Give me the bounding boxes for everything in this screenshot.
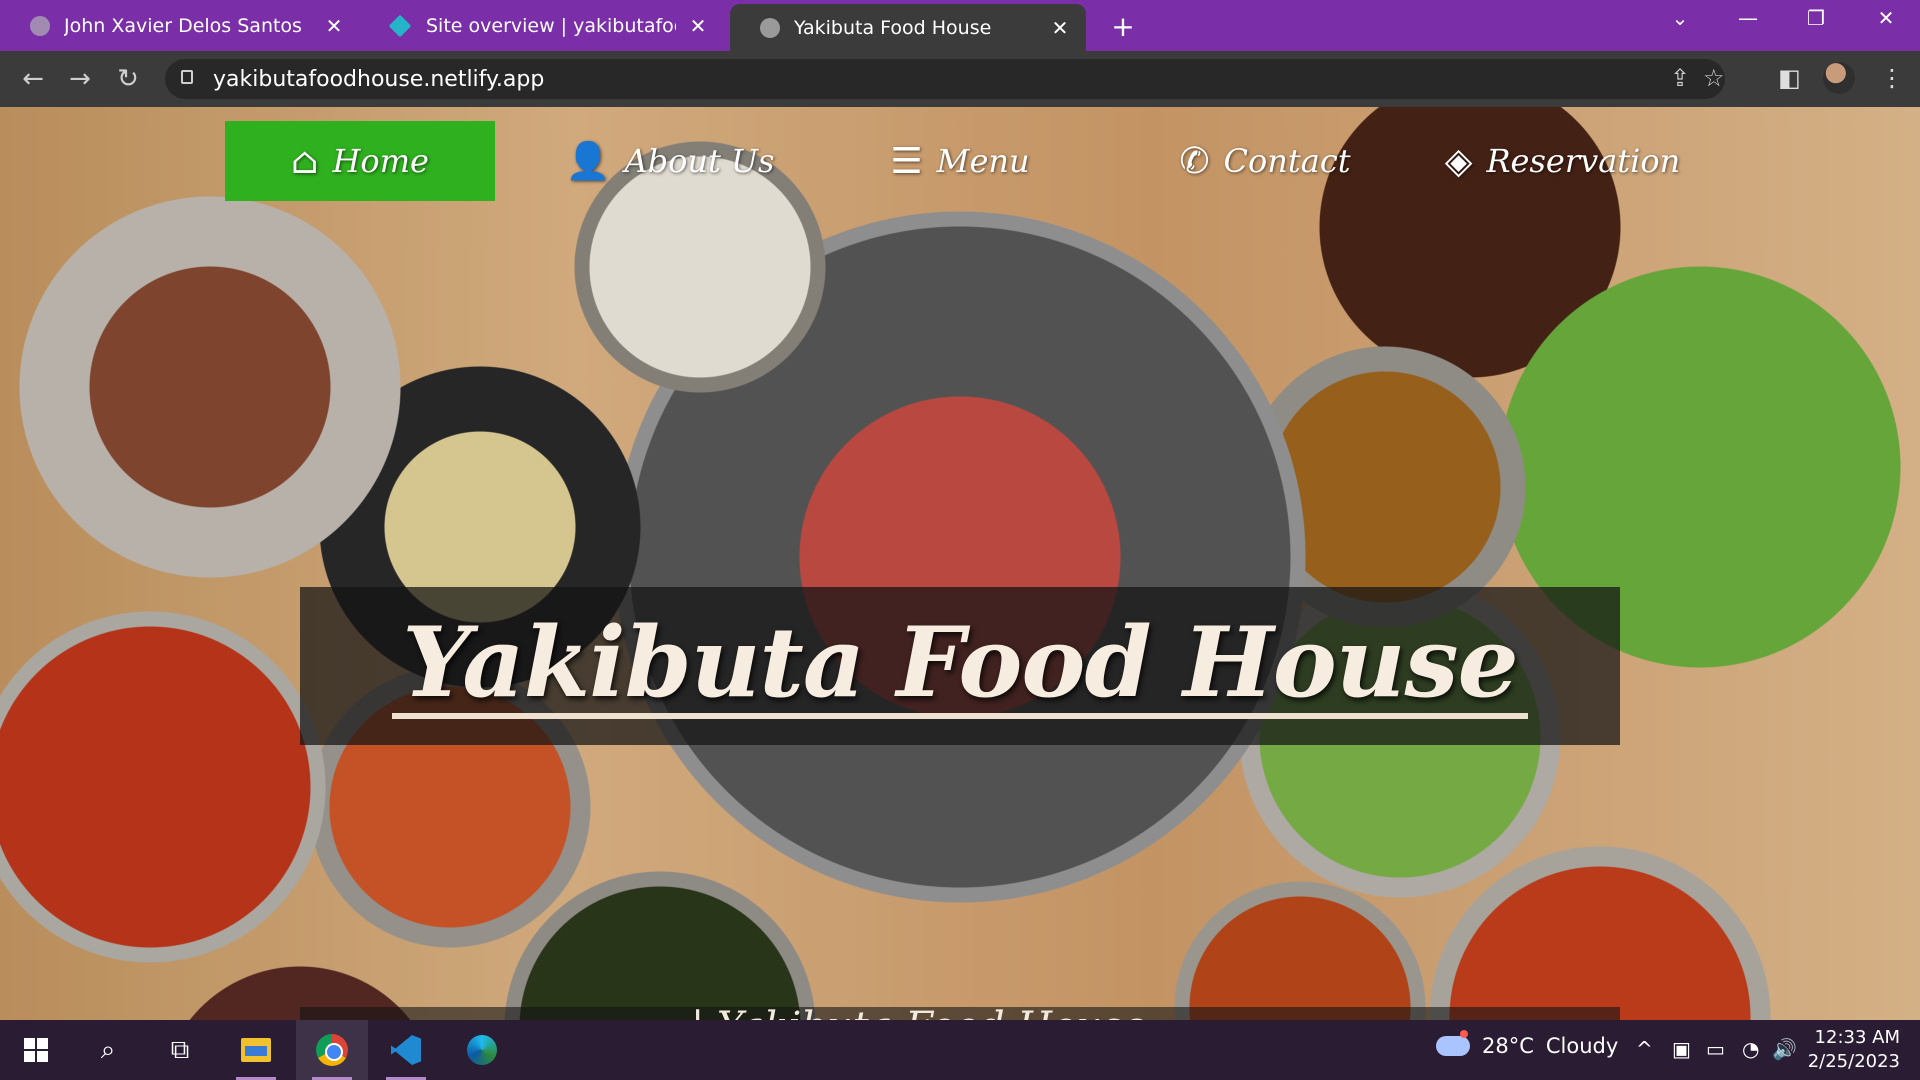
system-clock[interactable]: 12:33 AM 2/25/2023 bbox=[1800, 1026, 1900, 1074]
weather-temp: 28°C bbox=[1482, 1034, 1534, 1058]
browser-tab-strip: John Xavier Delos Santos ✕ Site overview… bbox=[0, 0, 1920, 51]
battery-icon[interactable]: ▭ bbox=[1706, 1037, 1725, 1061]
back-button[interactable]: ← bbox=[18, 64, 48, 94]
tab-title: Yakibuta Food House bbox=[794, 16, 992, 39]
file-explorer-button[interactable] bbox=[220, 1020, 292, 1080]
home-icon: ⌂ bbox=[291, 140, 319, 182]
browser-menu-icon[interactable]: ⋮ bbox=[1880, 64, 1904, 92]
globe-icon bbox=[760, 17, 780, 38]
netlify-icon bbox=[388, 14, 412, 37]
vscode-icon bbox=[391, 1035, 421, 1065]
search-button[interactable]: ⌕ bbox=[72, 1020, 144, 1080]
person-icon: 👤 bbox=[565, 141, 611, 182]
clock-date: 2/25/2023 bbox=[1807, 1051, 1900, 1072]
nav-home[interactable]: ⌂ Home bbox=[225, 121, 495, 201]
address-bar[interactable]: yakibutafoodhouse.netlify.app ⇪ ☆ bbox=[165, 59, 1725, 99]
cloud-icon bbox=[1436, 1030, 1470, 1056]
wifi-icon[interactable]: ◔ bbox=[1742, 1037, 1759, 1061]
close-icon[interactable]: ✕ bbox=[686, 14, 710, 38]
nav-about-us[interactable]: 👤 About Us bbox=[560, 121, 780, 201]
close-icon[interactable]: ✕ bbox=[322, 14, 346, 38]
close-icon[interactable]: ✕ bbox=[1048, 16, 1072, 40]
browser-tab-1[interactable]: John Xavier Delos Santos ✕ bbox=[0, 0, 360, 51]
url-text[interactable]: yakibutafoodhouse.netlify.app bbox=[213, 67, 544, 92]
volume-icon[interactable]: 🔊 bbox=[1772, 1037, 1797, 1061]
nav-menu[interactable]: ☰ Menu bbox=[880, 121, 1040, 201]
tab-search-button[interactable]: ⌄ bbox=[1660, 6, 1700, 30]
chrome-taskbar-button[interactable] bbox=[296, 1020, 368, 1080]
browser-tab-2[interactable]: Site overview | yakibutafoodhouse ✕ bbox=[362, 0, 724, 51]
tab-title: Site overview | yakibutafoodhouse bbox=[426, 14, 676, 37]
chrome-icon bbox=[316, 1034, 348, 1066]
weather-condition: Cloudy bbox=[1545, 1034, 1619, 1058]
ticket-icon: ◈ bbox=[1444, 140, 1473, 182]
tab-title: John Xavier Delos Santos bbox=[64, 14, 302, 37]
restore-button[interactable]: ❐ bbox=[1796, 6, 1836, 30]
globe-icon bbox=[30, 15, 50, 36]
hero-banner: Yakibuta Food House bbox=[300, 587, 1620, 745]
side-panel-icon[interactable]: ◧ bbox=[1778, 64, 1801, 92]
windows-logo-icon bbox=[24, 1038, 48, 1062]
new-tab-button[interactable]: + bbox=[1108, 10, 1138, 43]
share-icon[interactable]: ⇪ bbox=[1670, 64, 1690, 92]
meet-now-icon[interactable]: ▣ bbox=[1672, 1037, 1691, 1061]
vscode-taskbar-button[interactable] bbox=[370, 1020, 442, 1080]
hero-subtitle-partial: ... | Yakibuta Food House bbox=[300, 1007, 1620, 1020]
task-view-button[interactable]: ⧉ bbox=[144, 1020, 216, 1080]
nav-label: Contact bbox=[1223, 142, 1351, 180]
phone-icon: ✆ bbox=[1179, 140, 1210, 182]
reload-button[interactable]: ↻ bbox=[113, 64, 143, 94]
nav-label: Home bbox=[332, 142, 429, 180]
window-close-button[interactable]: ✕ bbox=[1866, 6, 1906, 30]
edge-icon bbox=[467, 1035, 497, 1065]
nav-label: Reservation bbox=[1486, 142, 1681, 180]
task-view-icon: ⧉ bbox=[170, 1034, 190, 1065]
lock-icon[interactable] bbox=[181, 70, 193, 84]
browser-tab-3[interactable]: Yakibuta Food House ✕ bbox=[730, 4, 1086, 51]
hero-background: ⌂ Home 👤 About Us ☰ Menu ✆ Contact ◈ Res… bbox=[0, 107, 1920, 1020]
nav-contact[interactable]: ✆ Contact bbox=[1179, 121, 1350, 201]
hamburger-icon: ☰ bbox=[890, 140, 923, 182]
start-button[interactable] bbox=[0, 1020, 72, 1080]
nav-label: About Us bbox=[624, 142, 775, 180]
tray-overflow-chevron-icon[interactable]: ^ bbox=[1636, 1037, 1653, 1061]
browser-toolbar: ← → ↻ yakibutafoodhouse.netlify.app ⇪ ☆ … bbox=[0, 51, 1920, 107]
windows-taskbar: ⌕ ⧉ 28°C Cloudy ^ ▣ ▭ ◔ 🔊 12:33 AM 2/25/… bbox=[0, 1020, 1920, 1080]
hero-title: Yakibuta Food House bbox=[392, 612, 1528, 720]
nav-label: Menu bbox=[936, 142, 1030, 180]
nav-reservation[interactable]: ◈ Reservation bbox=[1445, 121, 1681, 201]
bookmark-star-icon[interactable]: ☆ bbox=[1703, 64, 1725, 92]
profile-avatar[interactable] bbox=[1823, 62, 1855, 94]
site-navigation: ⌂ Home 👤 About Us ☰ Menu ✆ Contact ◈ Res… bbox=[0, 121, 1920, 201]
forward-button[interactable]: → bbox=[65, 64, 95, 94]
edge-taskbar-button[interactable] bbox=[446, 1020, 518, 1080]
weather-widget[interactable]: 28°C Cloudy bbox=[1436, 1030, 1619, 1058]
minimize-button[interactable]: — bbox=[1728, 6, 1768, 30]
search-icon: ⌕ bbox=[100, 1034, 116, 1065]
clock-time: 12:33 AM bbox=[1814, 1027, 1900, 1048]
file-explorer-icon bbox=[241, 1038, 271, 1062]
